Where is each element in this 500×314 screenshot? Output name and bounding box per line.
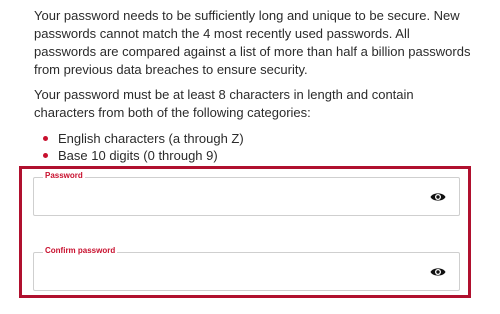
category-label: English characters (a through Z) xyxy=(58,131,244,146)
eye-icon[interactable] xyxy=(430,190,446,204)
password-field-label: Password xyxy=(43,171,85,181)
password-form-page: Your password needs to be sufficiently l… xyxy=(0,0,500,314)
bullet-icon xyxy=(43,136,48,141)
eye-icon[interactable] xyxy=(430,265,446,279)
confirm-password-field: Confirm password xyxy=(33,246,460,291)
password-guidance-text: Your password needs to be sufficiently l… xyxy=(34,8,471,77)
confirm-password-field-label: Confirm password xyxy=(43,246,118,256)
bullet-icon xyxy=(43,153,48,158)
category-label: Base 10 digits (0 through 9) xyxy=(58,148,218,163)
password-field: Password xyxy=(33,171,460,216)
list-item: English characters (a through Z) xyxy=(34,130,244,147)
character-category-list: English characters (a through Z) Base 10… xyxy=(34,130,244,164)
password-requirements-text: Your password must be at least 8 charact… xyxy=(34,87,414,120)
password-input[interactable] xyxy=(44,190,424,208)
confirm-password-input[interactable] xyxy=(44,265,424,283)
list-item: Base 10 digits (0 through 9) xyxy=(34,147,244,164)
